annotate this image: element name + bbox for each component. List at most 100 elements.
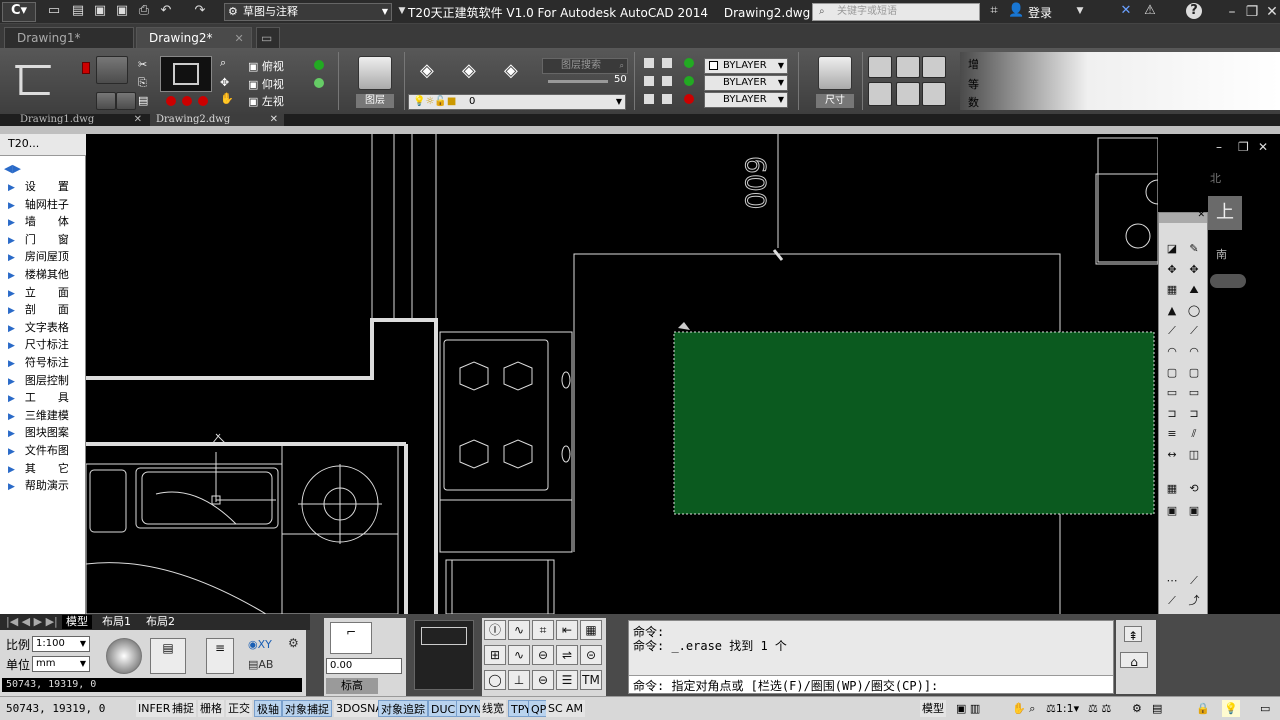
draw-tool-icon[interactable]: ≡	[1163, 426, 1181, 442]
drawing-canvas[interactable]: 600	[86, 134, 1158, 614]
tab-drawing2[interactable]: Drawing2* ✕	[136, 27, 252, 48]
restore-icon[interactable]: ❐	[1238, 140, 1249, 154]
palette-item[interactable]: ▶ 房间屋顶	[8, 248, 69, 265]
palette-item[interactable]: ▶ 立 面	[8, 284, 69, 301]
current-layer-select[interactable]: 💡☼🔓■ 0 ▼	[408, 94, 626, 110]
properties-icon[interactable]	[644, 94, 654, 104]
snap-tool-icon[interactable]: ⊖	[532, 645, 554, 665]
draw-tool-icon[interactable]: ▭	[1163, 385, 1181, 401]
draw-tool-icon[interactable]: ▢	[1163, 365, 1181, 381]
draw-tool-icon[interactable]: ◫	[1185, 447, 1203, 463]
paste-icon[interactable]: ▤	[138, 94, 148, 107]
visual-style-icon[interactable]	[314, 60, 324, 70]
tab-layout1[interactable]: 布局1	[98, 615, 135, 629]
print-preview-icon[interactable]: ▤	[150, 638, 186, 674]
zoom-icon[interactable]: ⌕	[220, 56, 226, 70]
expand-icon[interactable]: ⇞	[1124, 626, 1142, 643]
wcs-menu[interactable]	[1210, 274, 1246, 288]
snap-tool-icon[interactable]: Ⓘ	[484, 620, 506, 640]
gear-icon[interactable]: ⚙	[288, 636, 299, 650]
draw-tool-icon[interactable]: ⊐	[1185, 406, 1203, 422]
layer-fade-slider[interactable]	[548, 80, 608, 83]
close-icon[interactable]: ✕	[1258, 140, 1268, 154]
open-file-icon[interactable]: ▤	[70, 3, 86, 19]
eraser-icon[interactable]	[82, 62, 90, 74]
modify-tool-icon[interactable]: ⟲	[1185, 481, 1203, 497]
snap-tool-icon[interactable]: ▦	[580, 620, 602, 640]
globe-icon[interactable]	[106, 638, 142, 674]
palette-item[interactable]: ▶ 图层控制	[8, 372, 69, 389]
close-icon[interactable]: ✕	[134, 114, 142, 126]
application-menu-button[interactable]: C▾	[2, 2, 36, 22]
snap-tool-icon[interactable]: ⊞	[484, 645, 506, 665]
snap-tool-icon[interactable]: ⌗	[532, 620, 554, 640]
user-icon[interactable]: 👤	[1008, 3, 1024, 19]
viewport-button[interactable]	[160, 56, 212, 92]
elevation-input[interactable]: 0.00	[326, 658, 402, 674]
modify-tool-icon[interactable]: ⋯	[1163, 573, 1181, 589]
file-tab-drawing2[interactable]: Drawing2.dwg ✕	[150, 114, 284, 126]
palette-item[interactable]: ▶ 轴网柱子	[8, 196, 69, 213]
palette-item[interactable]: ▶ 尺寸标注	[8, 336, 69, 353]
draw-tool-icon[interactable]: ▲	[1163, 303, 1181, 319]
layer-button[interactable]: 图层	[356, 94, 394, 108]
status-toggle[interactable]: 线宽	[480, 700, 506, 717]
door-icon[interactable]: ⌐	[330, 622, 372, 654]
close-icon[interactable]: ✕	[1262, 2, 1280, 22]
tab-layout2[interactable]: 布局2	[142, 615, 179, 629]
clean-screen-icon[interactable]: ▭	[1258, 700, 1272, 717]
modify-tool-icon[interactable]: ▣	[1163, 503, 1181, 519]
dim-tool-icon[interactable]	[922, 56, 946, 78]
layer-tool-icon[interactable]: ◈	[420, 60, 434, 81]
undo-icon[interactable]: ↶	[158, 3, 174, 19]
stop-icon[interactable]	[166, 96, 176, 106]
viewcube-south[interactable]: 南	[1216, 246, 1227, 262]
dim-tool-icon[interactable]	[896, 56, 920, 78]
snap-tool-icon[interactable]: ⊥	[508, 670, 530, 690]
draw-tool-icon[interactable]: ▭	[1185, 385, 1203, 401]
layer-tool-icon[interactable]: ◈	[462, 60, 476, 81]
ribbon-right-label[interactable]: 数	[968, 94, 979, 110]
match-properties-icon[interactable]	[644, 58, 654, 68]
palette-item[interactable]: ▶ 文件布图	[8, 442, 69, 459]
stay-connected-icon[interactable]: ⚠	[1142, 3, 1158, 19]
save-as-icon[interactable]: ▣	[114, 3, 130, 19]
exchange-icon[interactable]: ✕	[1118, 3, 1134, 19]
ribbon-right-label[interactable]: 增	[968, 56, 979, 72]
status-toggle[interactable]: INFER	[136, 700, 173, 717]
modify-tool-icon[interactable]: ⟋	[1185, 573, 1203, 589]
lock-icon[interactable]: 🔒	[1194, 700, 1212, 717]
draw-tool-icon[interactable]: ✎	[1185, 241, 1203, 257]
model-space-button[interactable]: 模型	[920, 700, 946, 717]
snap-tool-icon[interactable]: ⇌	[556, 645, 578, 665]
redo-icon[interactable]	[116, 92, 136, 110]
palette-item[interactable]: ▶ 墙 体	[8, 213, 69, 230]
palette-item[interactable]: ▶ 符号标注	[8, 354, 69, 371]
stop-icon[interactable]	[198, 96, 208, 106]
status-toggle[interactable]: 捕捉	[170, 700, 196, 717]
draw-tool-icon[interactable]: ◯	[1185, 303, 1203, 319]
snap-tool-icon[interactable]: ◯	[484, 670, 506, 690]
status-toggle[interactable]: 对象捕捉	[282, 700, 332, 717]
draw-tool-icon[interactable]: ⟋	[1163, 323, 1181, 339]
unit-select[interactable]: mm ▼	[32, 656, 90, 672]
status-coords[interactable]: 50743, 19319, 0	[4, 700, 107, 717]
workspace-icon[interactable]: ▤	[1150, 700, 1164, 717]
dim-tool-icon[interactable]	[922, 82, 946, 106]
modify-tool-icon[interactable]: ⤴	[1185, 593, 1203, 609]
draw-tool-icon[interactable]: ◪	[1163, 241, 1181, 257]
minimize-icon[interactable]: –	[1222, 2, 1242, 22]
align-icon[interactable]: ≡	[206, 638, 234, 674]
palette-item[interactable]: ▶ 设 置	[8, 178, 69, 195]
layer-properties-icon[interactable]	[358, 56, 392, 90]
palette-item[interactable]: ▶ 剖 面	[8, 301, 69, 318]
lineweight-select[interactable]: BYLAYER ▼	[704, 92, 788, 108]
redo-icon[interactable]: ↷	[192, 3, 208, 19]
quick-view-layouts-icon[interactable]: ▣ ▥	[954, 700, 982, 717]
scale-select[interactable]: 1:100 ▼	[32, 636, 90, 652]
draw-tool-icon[interactable]: ◠	[1163, 344, 1181, 360]
snap-tool-icon[interactable]: ⇤	[556, 620, 578, 640]
new-file-icon[interactable]: ▭	[46, 3, 62, 19]
hat-icon[interactable]: ⌂	[1120, 652, 1148, 669]
snap-tool-icon[interactable]: ☰	[556, 670, 578, 690]
